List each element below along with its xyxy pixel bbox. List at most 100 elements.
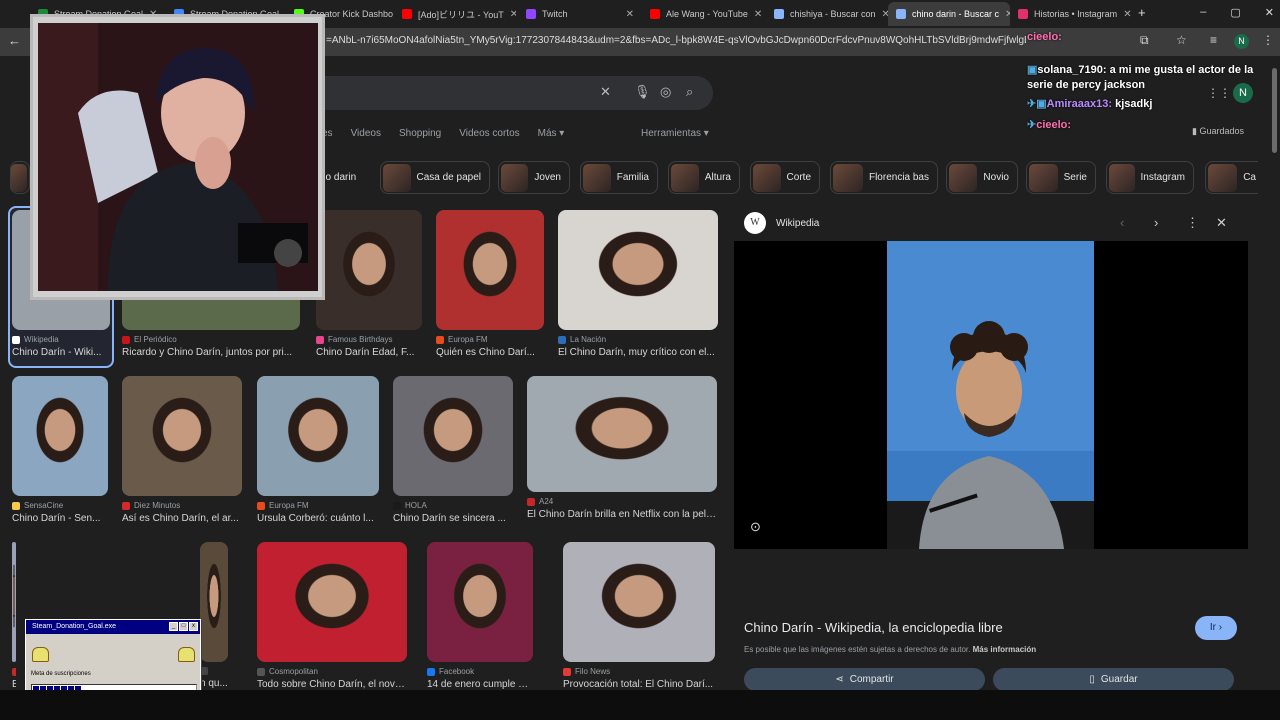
result-thumbnail[interactable] <box>558 210 718 330</box>
result-title[interactable]: Así es Chino Darín, el ar... <box>122 513 242 524</box>
url-field[interactable]: =ANbL-n7i65MoON4afolNia5tn_YMy5rVig:1772… <box>326 35 1026 46</box>
browser-tab[interactable]: [Ado]ビリリユ - YouT ✕ <box>394 2 516 26</box>
result-title[interactable]: n qu... <box>200 678 228 689</box>
apps-grid-icon[interactable]: ⋮⋮ <box>1207 86 1231 100</box>
result-title[interactable]: El Chino Darín brilla en Netflix con la … <box>527 509 717 520</box>
lens-camera-icon[interactable]: ◎ <box>660 84 671 100</box>
result-title[interactable]: Ricardo y Chino Darín, juntos por pri... <box>122 347 300 358</box>
maximize-icon[interactable]: ▢ <box>1230 6 1240 19</box>
chip-label: Corte <box>786 172 811 183</box>
refinement-chip[interactable]: Novio <box>946 161 1018 194</box>
result-thumbnail[interactable] <box>563 542 715 662</box>
refinement-chip[interactable]: Casa de papel <box>380 161 490 194</box>
result-source: La Nación <box>558 335 718 344</box>
result-title[interactable]: Quién es Chino Darí... <box>436 347 544 358</box>
result-title[interactable]: 14 de enero cumple 36 ... <box>427 679 533 690</box>
image-result[interactable]: Filo News Provocación total: El Chino Dar… <box>563 542 715 690</box>
tab-more[interactable]: Más ▾ <box>538 128 565 139</box>
close-panel-icon[interactable]: ✕ <box>1216 215 1227 231</box>
preview-image[interactable]: ⊙ <box>734 241 1248 549</box>
result-title[interactable]: Chino Darín - Sen... <box>12 513 108 524</box>
browser-tab[interactable]: Ale Wang - YouTube ✕ <box>642 2 766 26</box>
result-thumbnail[interactable] <box>257 542 407 662</box>
search-input[interactable]: ✕ 🎙 ◎ ⌕ <box>300 76 713 110</box>
image-result[interactable]: Famous Birthdays Chino Darín Edad, F... <box>316 210 422 358</box>
close-icon[interactable]: ✕ <box>626 9 634 20</box>
result-title[interactable]: El... <box>12 679 16 690</box>
menu-kebab-icon[interactable]: ⋮ <box>1262 33 1274 47</box>
google-account-avatar[interactable]: N <box>1233 83 1253 103</box>
image-result[interactable]: Diez Minutos Así es Chino Darín, el ar... <box>122 376 242 524</box>
browser-tab[interactable]: chishiya - Buscar con ✕ <box>766 2 888 26</box>
result-thumbnail[interactable] <box>257 376 379 496</box>
save-button[interactable]: ▯ Guardar <box>993 668 1234 690</box>
result-thumbnail[interactable] <box>316 210 422 330</box>
image-result[interactable]: La Nación El Chino Darín, muy crítico con… <box>558 210 718 358</box>
close-icon[interactable]: ✕ <box>754 9 762 20</box>
tab-videos[interactable]: Videos <box>351 128 381 139</box>
refinement-chip[interactable]: Ca <box>1205 161 1258 194</box>
image-result[interactable]: n qu... <box>200 542 228 689</box>
image-result[interactable]: Facebook 14 de enero cumple 36 ... <box>427 542 533 690</box>
image-result[interactable]: El País El... <box>12 542 16 690</box>
browser-tab[interactable]: Twitch ✕ <box>518 2 642 26</box>
microphone-icon[interactable]: 🎙 <box>634 84 651 100</box>
page-scrollbar[interactable] <box>1270 56 1280 690</box>
result-thumbnail[interactable] <box>122 376 242 496</box>
result-thumbnail[interactable] <box>436 210 544 330</box>
browser-tab-active[interactable]: chino darin - Buscar c ✕ <box>888 2 1010 26</box>
close-icon[interactable]: ✕ <box>510 9 516 20</box>
minimize-icon[interactable]: – <box>1200 6 1206 19</box>
close-icon[interactable]: ✕ <box>1123 9 1131 20</box>
more-options-icon[interactable]: ⋮ <box>1186 215 1199 231</box>
lens-search-icon[interactable]: ⊙ <box>750 519 761 535</box>
image-result[interactable]: A24 El Chino Darín brilla en Netflix con … <box>527 376 717 520</box>
refinement-chip[interactable]: Familia <box>580 161 658 194</box>
image-result[interactable]: HOLA Chino Darín se sincera ... <box>393 376 513 524</box>
share-button[interactable]: ⋖ Compartir <box>744 668 985 690</box>
refinement-chip[interactable]: Serie <box>1026 161 1096 194</box>
tab-short-videos[interactable]: Videos cortos <box>459 128 519 139</box>
panel-source-header[interactable]: W Wikipedia <box>744 212 819 234</box>
clear-icon[interactable]: ✕ <box>600 84 611 100</box>
open-site-button[interactable]: Ir › <box>1195 616 1237 640</box>
result-title[interactable]: Chino Darín - Wiki... <box>12 347 110 358</box>
result-title[interactable]: Chino Darín se sincera ... <box>393 513 513 524</box>
prev-arrow-icon[interactable]: ‹ <box>1120 215 1124 230</box>
refinement-chip[interactable]: Florencia bas <box>830 161 938 194</box>
result-thumbnail[interactable] <box>393 376 513 496</box>
saved-link[interactable]: ▮ Guardados <box>1192 126 1244 137</box>
more-info-link[interactable]: Más información <box>973 645 1037 654</box>
window-close-icon[interactable]: ✕ <box>1265 6 1274 19</box>
browser-tab[interactable]: Historias • Instagram ✕ <box>1010 2 1132 26</box>
scrollbar-thumb[interactable] <box>1272 68 1277 153</box>
refinement-chip[interactable]: Instagram <box>1106 161 1194 194</box>
image-result[interactable]: Cosmopolitan Todo sobre Chino Darín, el n… <box>257 542 407 690</box>
new-tab-icon[interactable]: + <box>1138 5 1146 20</box>
tools-button[interactable]: Herramientas ▾ <box>641 128 709 139</box>
result-thumbnail[interactable] <box>427 542 533 662</box>
back-arrow-icon[interactable]: ← <box>8 33 21 48</box>
image-result[interactable]: Europa FM Úrsula Corberó: cuánto l... <box>257 376 379 524</box>
result-title[interactable]: El Chino Darín, muy crítico con el... <box>558 347 718 358</box>
result-thumbnail[interactable] <box>12 376 108 496</box>
result-title[interactable]: Provocación total: El Chino Darí... <box>563 679 715 690</box>
result-thumbnail[interactable] <box>12 542 16 662</box>
search-icon[interactable]: ⌕ <box>686 84 693 100</box>
image-result[interactable]: SensaCine Chino Darín - Sen... <box>12 376 108 524</box>
result-thumbnail[interactable] <box>200 542 228 662</box>
refinement-chip[interactable]: Corte <box>750 161 820 194</box>
next-arrow-icon[interactable]: › <box>1154 215 1158 230</box>
refinement-chip[interactable]: Altura <box>668 161 740 194</box>
refinement-chip[interactable]: Joven <box>498 161 570 194</box>
result-source: El País <box>12 667 16 676</box>
panel-title[interactable]: Chino Darín - Wikipedia, la enciclopedia… <box>744 620 1003 635</box>
refinement-chip[interactable] <box>10 161 30 194</box>
result-title[interactable]: Chino Darín Edad, F... <box>316 347 422 358</box>
result-thumbnail[interactable] <box>527 376 717 492</box>
result-title[interactable]: Úrsula Corberó: cuánto l... <box>257 513 379 524</box>
image-result[interactable]: Europa FM Quién es Chino Darí... <box>436 210 544 358</box>
result-title[interactable]: Todo sobre Chino Darín, el novio... <box>257 679 407 690</box>
chat-badge-icon: ✈ <box>1027 119 1037 131</box>
tab-shopping[interactable]: Shopping <box>399 128 441 139</box>
